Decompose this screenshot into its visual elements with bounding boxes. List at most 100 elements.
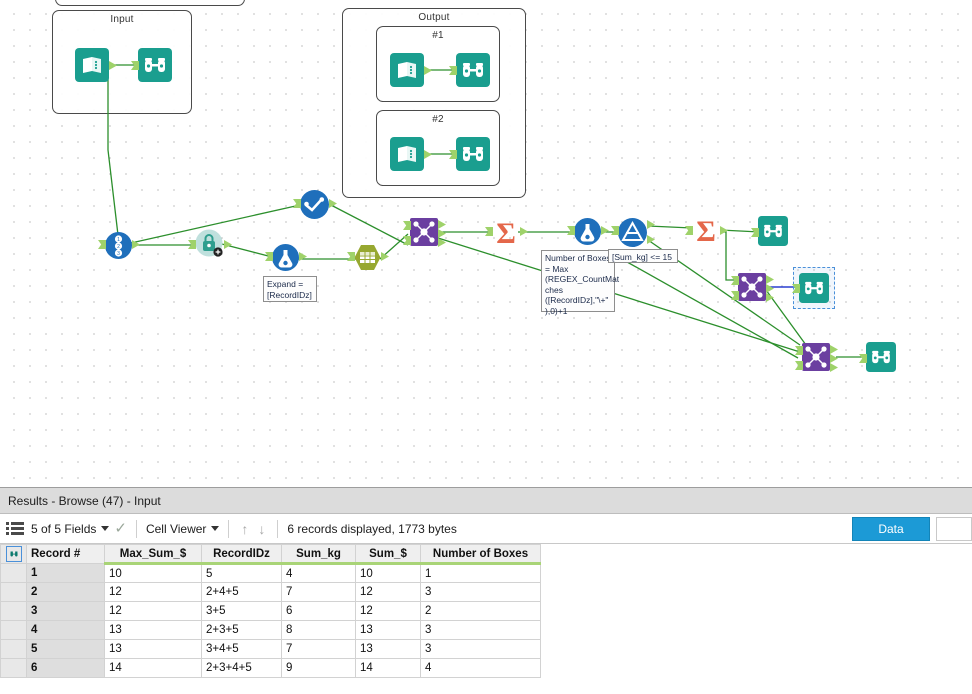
join-tool-2[interactable]: [731, 273, 774, 302]
cell-number-of-boxes: 2: [420, 601, 541, 621]
select-tool[interactable]: [293, 190, 337, 219]
row-gutter: [0, 639, 27, 659]
chevron-down-icon[interactable]: [101, 526, 110, 531]
field-list-icon[interactable]: [6, 522, 24, 535]
text-to-columns-tool[interactable]: [347, 244, 389, 271]
filter-tool[interactable]: [611, 218, 655, 247]
browse-tool-input[interactable]: [131, 48, 172, 82]
column-header-recordidz[interactable]: RecordIDz: [201, 544, 282, 565]
expand-annotation[interactable]: Expand = [RecordIDz]: [263, 276, 317, 302]
browse-icon-header: [0, 544, 27, 564]
cell-recordidz: 3+4+5: [201, 639, 282, 659]
row-gutter: [0, 658, 27, 678]
column-header-sum-kg[interactable]: Sum_kg: [281, 544, 356, 565]
column-header-max-sum[interactable]: Max_Sum_$: [104, 544, 202, 565]
macro-tool[interactable]: [188, 228, 232, 258]
text-input-tool-output-2[interactable]: [390, 137, 432, 171]
svg-text:3: 3: [117, 251, 120, 257]
results-table: Record # Max_Sum_$ RecordIDz Sum_kg Sum_…: [0, 544, 541, 678]
generate-rows-tool[interactable]: [265, 244, 307, 271]
column-header-sum-dollar[interactable]: Sum_$: [355, 544, 421, 565]
filter-expression-annotation[interactable]: [Sum_kg] <= 15: [608, 249, 678, 263]
table-row[interactable]: 2 12 2+4+5 7 12 3: [0, 582, 541, 602]
text-input-tool-input[interactable]: [75, 48, 117, 82]
cell-sum-dollar: 13: [355, 620, 421, 640]
cell-record: 3: [26, 601, 105, 621]
cell-number-of-boxes: 1: [420, 563, 541, 583]
column-header-number-of-boxes[interactable]: Number of Boxes: [420, 544, 541, 565]
results-data-grid[interactable]: Record # Max_Sum_$ RecordIDz Sum_kg Sum_…: [0, 544, 972, 694]
cell-number-of-boxes: 4: [420, 658, 541, 678]
cell-sum-kg: 9: [281, 658, 356, 678]
table-row[interactable]: 6 14 2+3+4+5 9 14 4: [0, 658, 541, 678]
cell-number-of-boxes: 3: [420, 620, 541, 640]
check-icon[interactable]: ✓: [114, 521, 127, 536]
cell-recordidz: 5: [201, 563, 282, 583]
cell-sum-kg: 7: [281, 639, 356, 659]
number-of-boxes-formula-annotation[interactable]: Number of Boxes = Max (REGEX_CountMat ch…: [541, 250, 619, 316]
table-row[interactable]: 4 13 2+3+5 8 13 3: [0, 620, 541, 640]
results-panel-title: Results - Browse (47) - Input: [0, 488, 972, 514]
fields-selector[interactable]: 5 of 5 Fields ✓: [29, 521, 129, 536]
cell-sum-dollar: 13: [355, 639, 421, 659]
join-tool-1[interactable]: [403, 218, 446, 247]
cell-sum-kg: 8: [281, 620, 356, 640]
data-tab-button[interactable]: Data: [852, 517, 930, 541]
cell-recordidz: 2+3+5: [201, 620, 282, 640]
cell-sum-kg: 4: [281, 563, 356, 583]
join-tool-3[interactable]: [795, 343, 838, 372]
chevron-down-icon[interactable]: [211, 526, 220, 531]
cell-record: 6: [26, 658, 105, 678]
browse-tool-right-top[interactable]: [751, 216, 788, 246]
results-panel: Results - Browse (47) - Input 5 of 5 Fie…: [0, 487, 972, 694]
browse-tool-output-1[interactable]: [449, 53, 490, 87]
binoculars-icon: [5, 546, 22, 562]
cell-max-sum: 12: [104, 601, 202, 621]
cell-sum-dollar: 10: [355, 563, 421, 583]
formula-tool[interactable]: [567, 218, 609, 245]
browse-tool-bottom[interactable]: [859, 342, 896, 372]
workflow-canvas[interactable]: Input Output #1 #2 1 2 3 Σ Σ Expand = [R…: [0, 0, 972, 487]
table-row[interactable]: 3 12 3+5 6 12 2: [0, 601, 541, 621]
divider: [228, 519, 230, 538]
browse-tool-selected[interactable]: [792, 273, 829, 303]
svg-text:1: 1: [117, 237, 120, 243]
arrow-up-icon[interactable]: ↑: [236, 521, 253, 537]
cell-max-sum: 12: [104, 582, 202, 602]
arrow-down-icon[interactable]: ↓: [253, 521, 270, 537]
cell-sum-kg: 6: [281, 601, 356, 621]
secondary-tab-button[interactable]: [936, 517, 972, 541]
row-gutter: [0, 601, 27, 621]
divider: [277, 519, 279, 538]
cell-number-of-boxes: 3: [420, 639, 541, 659]
results-toolbar: 5 of 5 Fields ✓ Cell Viewer ↑ ↓ 6 record…: [0, 514, 972, 544]
summarize-tool-1[interactable]: Σ: [485, 218, 528, 246]
cell-max-sum: 13: [104, 639, 202, 659]
cell-max-sum: 13: [104, 620, 202, 640]
svg-text:Σ: Σ: [696, 216, 716, 244]
row-gutter: [0, 582, 27, 602]
record-status-text: 6 records displayed, 1773 bytes: [287, 521, 457, 536]
cell-max-sum: 14: [104, 658, 202, 678]
row-gutter: [0, 563, 27, 583]
cell-sum-kg: 7: [281, 582, 356, 602]
cell-recordidz: 2+3+4+5: [201, 658, 282, 678]
text-input-tool-output-1[interactable]: [390, 53, 432, 87]
summarize-tool-2[interactable]: Σ: [685, 216, 728, 244]
cell-sum-dollar: 12: [355, 601, 421, 621]
cell-number-of-boxes: 3: [420, 582, 541, 602]
table-row[interactable]: 1 10 5 4 10 1: [0, 563, 541, 583]
cell-sum-dollar: 12: [355, 582, 421, 602]
svg-text:2: 2: [117, 244, 120, 250]
browse-tool-output-2[interactable]: [449, 137, 490, 171]
column-header-record[interactable]: Record #: [26, 544, 105, 564]
cell-viewer-label: Cell Viewer: [145, 521, 207, 536]
cell-record: 5: [26, 639, 105, 659]
svg-text:Σ: Σ: [496, 218, 516, 246]
table-row[interactable]: 5 13 3+4+5 7 13 3: [0, 639, 541, 659]
cell-sum-dollar: 14: [355, 658, 421, 678]
cell-max-sum: 10: [104, 563, 202, 583]
divider: [135, 519, 137, 538]
cell-viewer-selector[interactable]: Cell Viewer: [144, 522, 221, 536]
record-id-tool[interactable]: 1 2 3: [98, 232, 140, 259]
